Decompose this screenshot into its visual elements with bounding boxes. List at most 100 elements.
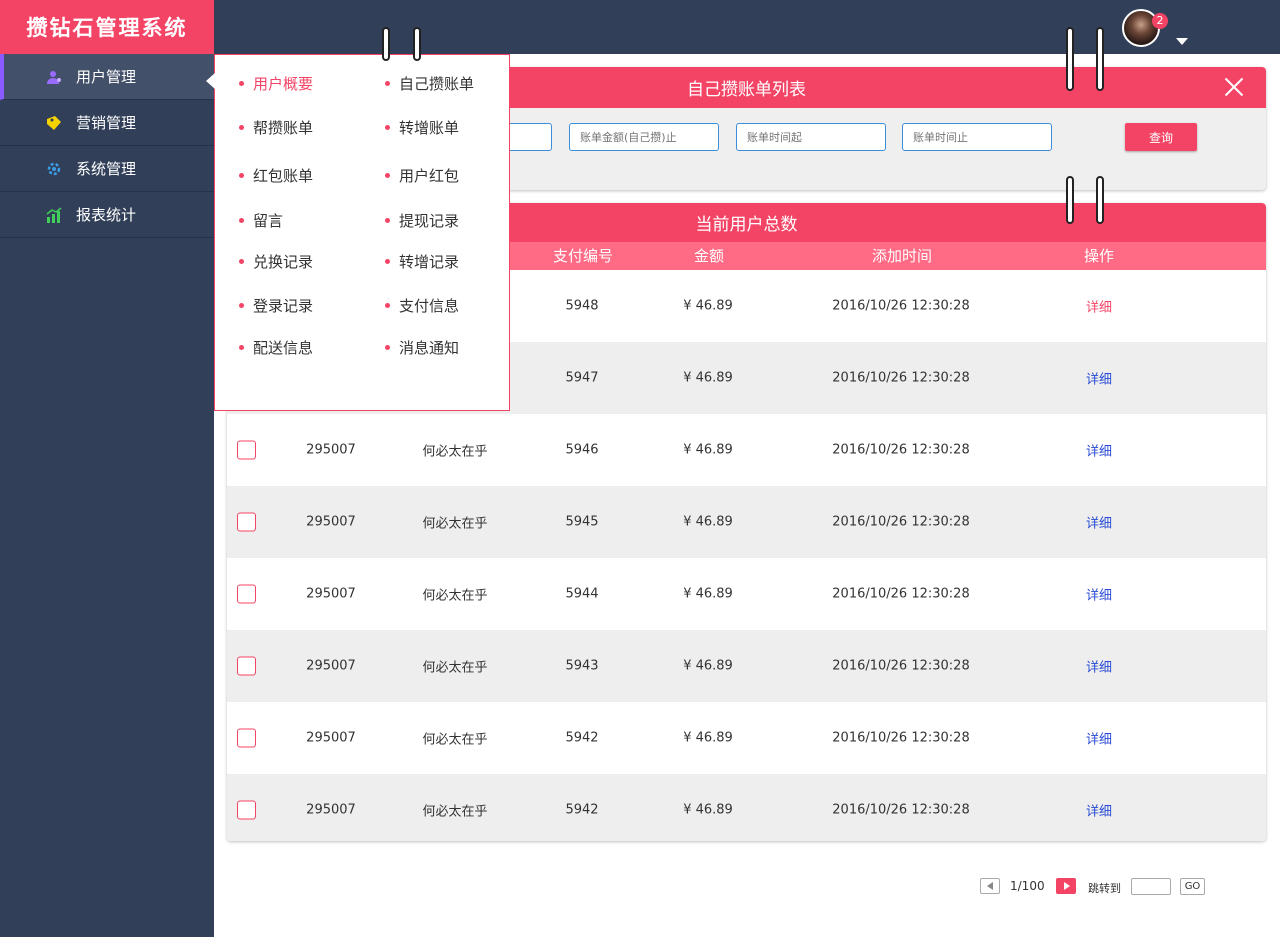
cell-amount: ¥ 46.89 <box>683 658 733 674</box>
detail-link[interactable]: 详细 <box>1086 369 1112 388</box>
submenu-item-label: 转增账单 <box>399 119 460 137</box>
chevron-down-icon[interactable] <box>1176 38 1188 45</box>
cell-user-id: 295007 <box>306 730 356 746</box>
sidebar-item-label: 用户管理 <box>76 68 137 86</box>
submenu-item[interactable]: 登录记录 <box>239 295 313 316</box>
cell-user-name: 何必太在乎 <box>422 732 488 748</box>
bullet-icon <box>385 345 390 350</box>
prev-page-button[interactable] <box>980 878 1000 894</box>
jump-label: 跳转到 <box>1088 882 1121 895</box>
submenu-item[interactable]: 留言 <box>239 210 283 231</box>
submenu-item-label: 登录记录 <box>253 297 314 315</box>
bullet-icon <box>385 125 390 130</box>
sidebar-item-reports[interactable]: 报表统计 <box>0 192 214 238</box>
sidebar-item-user-management[interactable]: 用户管理 <box>0 54 214 100</box>
bullet-icon <box>385 259 390 264</box>
cell-user-name: 何必太在乎 <box>422 444 488 460</box>
top-bar: 攒钻石管理系统 2 <box>0 0 1280 54</box>
sidebar: 用户管理 营销管理 系统管理 报表统计 <box>0 54 214 937</box>
row-checkbox[interactable] <box>237 800 256 820</box>
connector-clip <box>1096 27 1104 91</box>
sidebar-item-marketing[interactable]: 营销管理 <box>0 100 214 146</box>
sidebar-item-label: 系统管理 <box>76 160 137 178</box>
bullet-icon <box>239 345 244 350</box>
user-avatar[interactable]: 2 <box>1122 9 1168 49</box>
detail-link[interactable]: 详细 <box>1086 441 1112 460</box>
submenu-item-label: 消息通知 <box>399 339 460 357</box>
bullet-icon <box>239 218 244 223</box>
query-button[interactable]: 查询 <box>1125 123 1197 151</box>
detail-link[interactable]: 详细 <box>1086 729 1112 748</box>
cell-amount: ¥ 46.89 <box>683 586 733 602</box>
row-checkbox[interactable] <box>237 440 256 460</box>
cell-time: 2016/10/26 12:30:28 <box>832 514 970 530</box>
submenu-item-label: 用户红包 <box>399 167 460 185</box>
table-row: 295007 何必太在乎 5945 ¥ 46.89 2016/10/26 12:30:2… <box>227 486 1266 558</box>
submenu-item[interactable]: 用户概要 <box>239 73 313 94</box>
submenu-item[interactable]: 红包账单 <box>239 165 313 186</box>
users-icon <box>46 69 62 85</box>
cell-time: 2016/10/26 12:30:28 <box>832 298 970 314</box>
submenu-item[interactable]: 帮攒账单 <box>239 117 313 138</box>
submenu-item[interactable]: 支付信息 <box>385 295 459 316</box>
cell-time: 2016/10/26 12:30:28 <box>832 586 970 602</box>
connector-clip <box>413 27 421 61</box>
cell-pay-no: 5942 <box>565 730 599 746</box>
submenu-item[interactable]: 消息通知 <box>385 337 459 358</box>
sidebar-item-system[interactable]: 系统管理 <box>0 146 214 192</box>
table-row: 295007 何必太在乎 5942 ¥ 46.89 2016/10/26 12:30:2… <box>227 774 1266 841</box>
date-from-field[interactable] <box>736 123 886 151</box>
gear-icon <box>46 161 62 177</box>
submenu-item-label: 用户概要 <box>253 75 314 93</box>
go-button[interactable]: GO <box>1180 878 1205 895</box>
table-row: 295007 何必太在乎 5943 ¥ 46.89 2016/10/26 12:30:2… <box>227 630 1266 702</box>
detail-link[interactable]: 详细 <box>1086 513 1112 532</box>
connector-clip <box>382 27 390 61</box>
row-checkbox[interactable] <box>237 656 256 676</box>
detail-link[interactable]: 详细 <box>1086 297 1112 316</box>
submenu-item-label: 红包账单 <box>253 167 314 185</box>
cell-pay-no: 5943 <box>565 658 599 674</box>
cell-user-name: 何必太在乎 <box>422 588 488 604</box>
submenu-item[interactable]: 转增记录 <box>385 251 459 272</box>
amount-to-field[interactable] <box>569 123 719 151</box>
cell-user-id: 295007 <box>306 586 356 602</box>
cell-user-id: 295007 <box>306 442 356 458</box>
table-row: 295007 何必太在乎 5944 ¥ 46.89 2016/10/26 12:30:2… <box>227 558 1266 630</box>
next-page-button[interactable] <box>1056 878 1076 894</box>
notification-badge: 2 <box>1152 13 1168 29</box>
submenu-item[interactable]: 自己攒账单 <box>385 73 474 94</box>
cell-user-id: 295007 <box>306 802 356 818</box>
column-header: 支付编号 <box>552 247 614 265</box>
row-checkbox[interactable] <box>237 728 256 748</box>
date-to-field[interactable] <box>902 123 1052 151</box>
row-checkbox[interactable] <box>237 512 256 532</box>
submenu-item[interactable]: 提现记录 <box>385 210 459 231</box>
table-panel-title: 当前用户总数 <box>695 215 798 235</box>
cell-amount: ¥ 46.89 <box>683 802 733 818</box>
submenu-item[interactable]: 兑换记录 <box>239 251 313 272</box>
submenu-item[interactable]: 配送信息 <box>239 337 313 358</box>
search-panel-title: 自己攒账单列表 <box>687 80 806 100</box>
bullet-icon <box>239 81 244 86</box>
submenu-item[interactable]: 用户红包 <box>385 165 459 186</box>
cell-amount: ¥ 46.89 <box>683 730 733 746</box>
detail-link[interactable]: 详细 <box>1086 585 1112 604</box>
bullet-icon <box>385 81 390 86</box>
submenu-item-label: 支付信息 <box>399 297 460 315</box>
page-jump-input[interactable] <box>1131 878 1171 895</box>
cell-user-id: 295007 <box>306 514 356 530</box>
detail-link[interactable]: 详细 <box>1086 801 1112 820</box>
cell-amount: ¥ 46.89 <box>683 442 733 458</box>
submenu-item[interactable]: 转增账单 <box>385 117 459 138</box>
row-checkbox[interactable] <box>237 584 256 604</box>
cell-time: 2016/10/26 12:30:28 <box>832 442 970 458</box>
cell-amount: ¥ 46.89 <box>683 514 733 530</box>
bullet-icon <box>385 218 390 223</box>
chevron-left-icon <box>987 882 993 890</box>
detail-link[interactable]: 详细 <box>1086 657 1112 676</box>
submenu-item-label: 自己攒账单 <box>399 75 475 93</box>
bullet-icon <box>239 125 244 130</box>
connector-clip <box>1096 176 1104 224</box>
close-icon[interactable] <box>1224 77 1244 97</box>
